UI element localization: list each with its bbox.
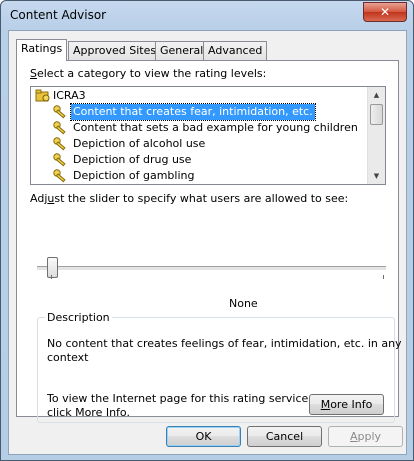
rating-slider-thumb[interactable] <box>47 257 58 278</box>
tab-approved-sites-label: Approved Sites <box>73 44 157 57</box>
info-text-line2: click More Info. <box>47 406 130 419</box>
tab-general[interactable]: General <box>155 41 209 60</box>
category-label: Depiction of drug use <box>73 153 192 166</box>
description-text-line2: context <box>47 351 89 364</box>
key-icon <box>53 153 66 167</box>
key-icon <box>53 169 66 183</box>
apply-label: pply <box>357 430 382 443</box>
category-label: Content that sets a bad example for youn… <box>73 121 358 134</box>
close-button[interactable]: ✕ <box>363 2 407 22</box>
category-prompt: Select a category to view the rating lev… <box>30 67 266 80</box>
slider-value-label: None <box>229 297 258 310</box>
category-prompt-text: elect a category to view the rating leve… <box>36 67 267 80</box>
slider-prompt-b: st the slider to specify what users are … <box>54 192 349 205</box>
category-scrollbar[interactable]: ▲ ▼ <box>367 87 385 184</box>
slider-prompt: Adjust the slider to specify what users … <box>30 192 348 205</box>
rating-slider-track[interactable] <box>37 266 386 271</box>
description-text-line1: No content that creates feelings of fear… <box>47 337 402 350</box>
ratings-folder-icon <box>35 89 50 102</box>
scroll-down-arrow-icon[interactable]: ▼ <box>368 168 385 184</box>
more-info-label: ore Info <box>330 398 373 411</box>
key-icon <box>53 105 66 119</box>
dialog-client-area: Ratings Approved Sites General Advanced … <box>8 30 407 455</box>
more-info-button[interactable]: More Info <box>309 394 384 415</box>
ok-label: OK <box>195 430 212 443</box>
key-icon <box>53 121 66 135</box>
apply-button[interactable]: Apply <box>328 426 403 447</box>
ratings-panel: Select a category to view the rating lev… <box>16 60 402 423</box>
tree-root-label: ICRA3 <box>53 89 86 102</box>
tab-general-label: General <box>160 44 204 57</box>
slider-tick <box>383 275 384 279</box>
title-bar[interactable]: Content Advisor ✕ <box>1 1 413 29</box>
slider-tick <box>51 275 52 279</box>
more-info-accel: M <box>320 398 331 411</box>
tab-advanced[interactable]: Advanced <box>203 41 268 60</box>
ok-button[interactable]: OK <box>166 426 241 447</box>
content-advisor-window: Content Advisor ✕ Ratings Approved Sites… <box>0 0 414 461</box>
category-label-selected: Content that creates fear, intimidation,… <box>70 103 316 121</box>
key-icon <box>53 137 66 151</box>
tab-ratings[interactable]: Ratings <box>16 39 68 61</box>
scroll-up-arrow-icon[interactable]: ▲ <box>368 87 385 103</box>
tab-advanced-label: Advanced <box>208 44 263 57</box>
scroll-thumb[interactable] <box>370 104 383 125</box>
cancel-button[interactable]: Cancel <box>247 426 322 447</box>
slider-prompt-a: Adj <box>30 192 48 205</box>
category-tree[interactable]: ICRA3 Content that creates fear, intimid… <box>30 86 386 185</box>
info-text-line1: To view the Internet page for this ratin… <box>47 392 312 405</box>
apply-accel: A <box>349 430 358 443</box>
category-label: Depiction of gambling <box>73 169 195 182</box>
category-label: Depiction of alcohol use <box>73 137 206 150</box>
description-label: Description <box>45 311 112 324</box>
window-title: Content Advisor <box>10 8 107 22</box>
tab-ratings-label: Ratings <box>21 42 63 55</box>
cancel-label: Cancel <box>265 430 304 443</box>
tab-approved-sites[interactable]: Approved Sites <box>68 41 162 60</box>
category-prompt-accel: S <box>30 67 37 80</box>
